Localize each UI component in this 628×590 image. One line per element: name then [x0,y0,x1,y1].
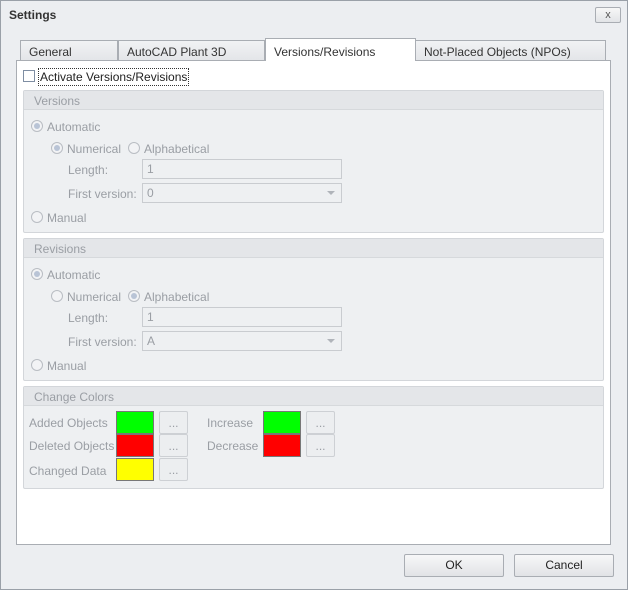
revisions-first-label: First version: [68,335,137,349]
versions-alphabetical-label: Alphabetical [144,142,210,156]
revisions-automatic-radio[interactable] [31,268,43,280]
revisions-numerical-label: Numerical [67,290,122,304]
versions-numerical-label: Numerical [67,142,122,156]
revisions-manual-label: Manual [47,359,87,373]
revisions-length-input[interactable]: 1 [142,307,342,327]
chevron-down-icon [327,339,335,343]
deleted-objects-swatch[interactable] [116,434,154,457]
tab-general[interactable]: General [20,40,118,61]
revisions-length-label: Length: [68,311,109,325]
deleted-objects-label: Deleted Objects [29,439,115,453]
versions-manual-label: Manual [47,211,87,225]
versions-first-select[interactable]: 0 [142,183,342,203]
revisions-alphabetical-radio[interactable] [128,290,140,302]
versions-first-value: 0 [147,186,154,200]
added-objects-label: Added Objects [29,416,108,430]
changed-data-swatch[interactable] [116,458,154,481]
versions-header: Versions [24,91,603,110]
decrease-label: Decrease [207,439,259,453]
dialog-title: Settings [9,8,57,22]
activate-label[interactable]: Activate Versions/Revisions [38,68,190,86]
revisions-header: Revisions [24,239,603,258]
versions-first-label: First version: [68,187,137,201]
tab-autocad-plant-3d[interactable]: AutoCAD Plant 3D [118,40,265,61]
revisions-numerical-radio[interactable] [51,290,63,302]
versions-length-input[interactable]: 1 [142,159,342,179]
revisions-alphabetical-label: Alphabetical [144,290,210,304]
revisions-first-select[interactable]: A [142,331,342,351]
deleted-objects-pick-button[interactable]: ... [159,434,188,457]
versions-automatic-radio[interactable] [31,120,43,132]
close-button[interactable]: x [595,7,621,23]
changed-data-pick-button[interactable]: ... [159,458,188,481]
change-colors-header: Change Colors [24,387,603,406]
ok-button[interactable]: OK [404,554,504,577]
versions-alphabetical-radio[interactable] [128,142,140,154]
versions-manual-radio[interactable] [31,211,43,223]
added-objects-swatch[interactable] [116,411,154,434]
activate-checkbox[interactable] [23,70,35,82]
changed-data-label: Changed Data [29,464,107,478]
revisions-first-value: A [147,334,156,348]
increase-pick-button[interactable]: ... [306,411,335,434]
settings-dialog: Settings x General AutoCAD Plant 3D Not-… [0,0,628,590]
added-objects-pick-button[interactable]: ... [159,411,188,434]
increase-label: Increase [207,416,254,430]
tab-versions-revisions[interactable]: Versions/Revisions [265,38,416,61]
chevron-down-icon [327,191,335,195]
tab-npos[interactable]: Not-Placed Objects (NPOs) [415,40,606,61]
versions-automatic-label: Automatic [47,120,101,134]
versions-length-label: Length: [68,163,109,177]
revisions-automatic-label: Automatic [47,268,101,282]
decrease-pick-button[interactable]: ... [306,434,335,457]
versions-numerical-radio[interactable] [51,142,63,154]
cancel-button[interactable]: Cancel [514,554,614,577]
decrease-swatch[interactable] [263,434,301,457]
revisions-manual-radio[interactable] [31,359,43,371]
increase-swatch[interactable] [263,411,301,434]
